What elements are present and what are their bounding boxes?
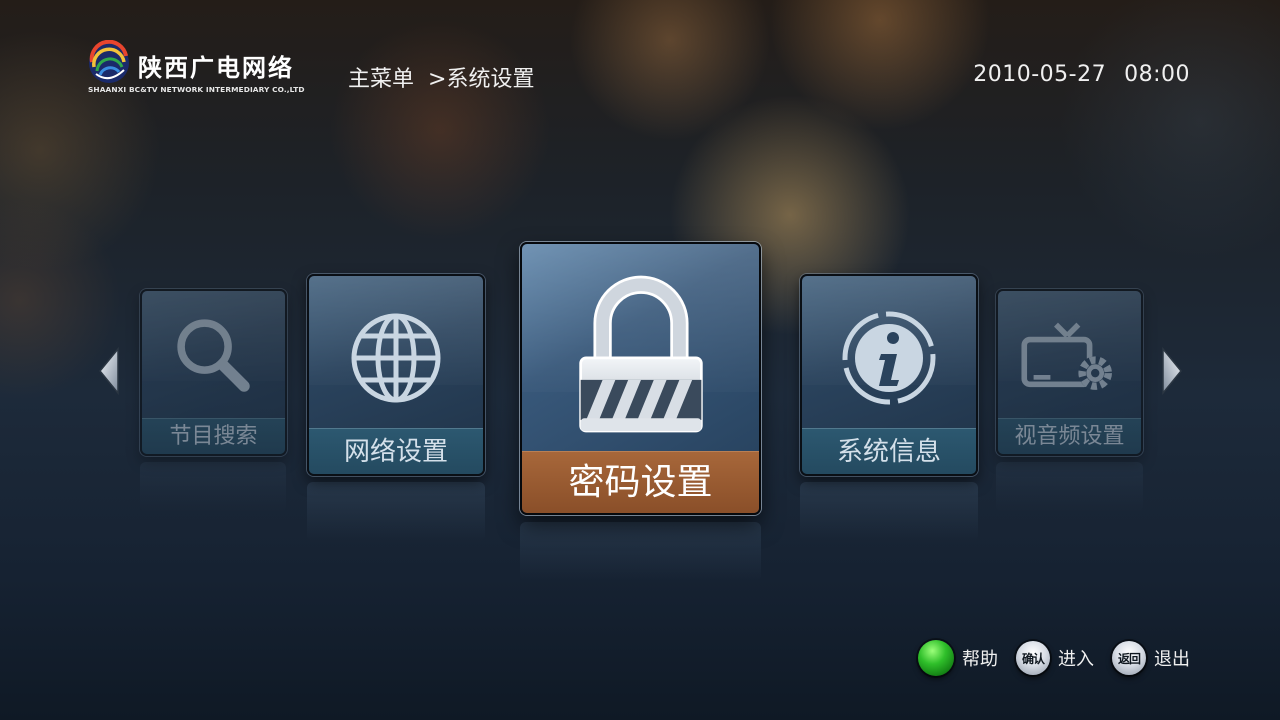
breadcrumb-current: >系统设置 <box>428 67 535 92</box>
brand-title: 陕西广电网络 <box>138 54 294 82</box>
hint-help[interactable]: 帮助 <box>918 640 998 676</box>
hint-label: 退出 <box>1154 649 1190 670</box>
info-icon <box>842 311 936 405</box>
card-reflection <box>800 482 978 542</box>
breadcrumb: 主菜单 >系统设置 <box>348 61 535 92</box>
hint-enter[interactable]: 确认 进入 <box>1016 641 1094 675</box>
arrow-left-icon[interactable] <box>98 347 120 395</box>
back-key-icon[interactable]: 返回 <box>1112 641 1146 675</box>
brand-subtitle: SHAANXI BC&TV NETWORK INTERMEDIARY CO.,L… <box>88 85 305 94</box>
hint-label: 帮助 <box>962 649 998 670</box>
hint-label: 进入 <box>1058 649 1094 670</box>
ok-key-label: 确认 <box>1021 651 1045 666</box>
green-button-icon[interactable] <box>918 640 954 676</box>
time-display: 08:00 <box>1124 62 1190 87</box>
hint-exit[interactable]: 返回 退出 <box>1112 641 1190 675</box>
globe-icon <box>351 313 441 403</box>
card-reflection <box>307 482 485 542</box>
menu-item-label: 密码设置 <box>522 451 759 513</box>
date-display: 2010-05-27 <box>973 62 1107 87</box>
key-hints: 帮助 确认 进入 返回 退出 <box>900 638 1190 678</box>
card-reflection <box>520 522 761 582</box>
menu-item-system-info[interactable]: 系统信息 <box>800 274 978 476</box>
tv-settings-icon <box>1020 322 1112 390</box>
menu-item-av-settings[interactable]: 视音频设置 <box>996 289 1143 456</box>
menu-item-password-settings[interactable]: 密码设置 <box>520 242 761 515</box>
menu-item-label: 节目搜索 <box>142 418 285 454</box>
brand-logo: 陕西广电网络 SHAANXI BC&TV NETWORK INTERMEDIAR… <box>86 40 316 100</box>
card-reflection <box>996 462 1143 512</box>
menu-item-label: 网络设置 <box>309 428 483 474</box>
card-reflection <box>140 462 286 512</box>
back-key-label: 返回 <box>1117 651 1141 666</box>
arrow-right-icon[interactable] <box>1161 347 1183 395</box>
menu-item-program-search[interactable]: 节目搜索 <box>140 289 287 456</box>
menu-item-network-settings[interactable]: 网络设置 <box>307 274 485 476</box>
padlock-icon <box>578 275 703 433</box>
menu-item-label: 系统信息 <box>802 428 976 474</box>
menu-item-label: 视音频设置 <box>998 418 1141 454</box>
datetime: 2010-05-27 08:00 <box>973 62 1190 87</box>
ok-key-icon[interactable]: 确认 <box>1016 641 1050 675</box>
brand-emblem-icon <box>89 40 129 83</box>
magnifier-icon <box>176 319 250 392</box>
breadcrumb-root[interactable]: 主菜单 <box>348 67 414 92</box>
